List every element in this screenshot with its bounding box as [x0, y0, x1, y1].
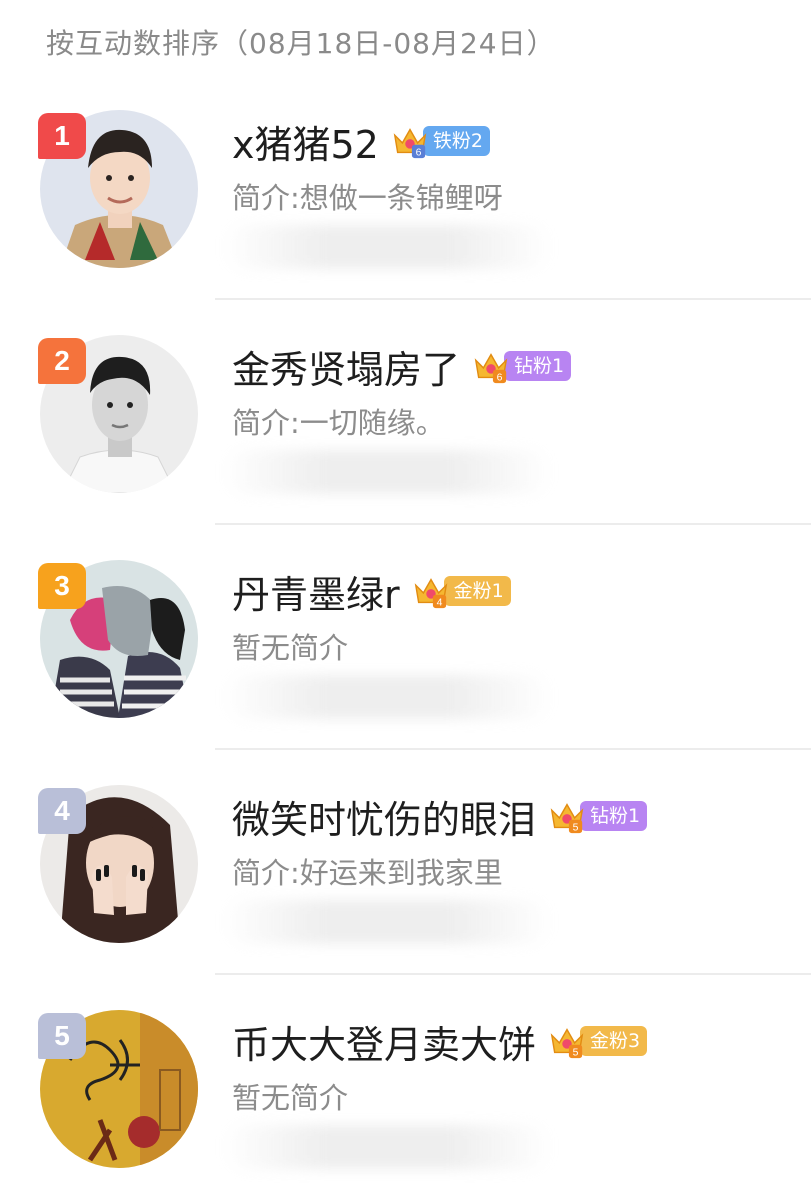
name-line: 丹青墨绿r 4 金粉1: [232, 565, 511, 617]
fan-name[interactable]: x猪猪52: [232, 114, 379, 169]
fan-list: 1 x猪猪52 6 铁粉2 简介:想做一条锦鲤呀 2 金秀贤塌房了 6 钻粉1 …: [0, 75, 811, 1200]
crown-icon: 6: [393, 128, 427, 159]
fan-row-5[interactable]: 5 币大大登月卖大饼 5 金粉3 暂无简介: [0, 975, 811, 1200]
rank-badge: 1: [38, 113, 86, 159]
blurred-text: [222, 1125, 552, 1169]
fan-row-3[interactable]: 3 丹青墨绿r 4 金粉1 暂无简介: [0, 525, 811, 750]
crown-level: 6: [497, 373, 503, 384]
fan-intro: 简介:想做一条锦鲤呀: [232, 181, 503, 215]
fan-name[interactable]: 币大大登月卖大饼: [232, 1014, 536, 1069]
crown-level: 4: [436, 598, 442, 609]
fan-intro: 暂无简介: [232, 631, 349, 665]
name-line: 微笑时忧伤的眼泪 5 钻粉1: [232, 789, 648, 844]
badge-label: 铁粉2: [422, 126, 490, 156]
crown-icon: 4: [414, 578, 447, 609]
fan-level-badge: 6 铁粉2: [391, 124, 490, 159]
crown-level: 5: [573, 823, 579, 834]
badge-label: 钻粉1: [504, 351, 572, 381]
fan-name[interactable]: 丹青墨绿r: [232, 564, 400, 619]
badge-label: 钻粉1: [580, 801, 648, 831]
fan-row-2[interactable]: 2 金秀贤塌房了 6 钻粉1 简介:一切随缘。: [0, 300, 811, 525]
rank-badge: 3: [38, 563, 86, 609]
fan-intro: 暂无简介: [232, 1081, 349, 1115]
fan-row-1[interactable]: 1 x猪猪52 6 铁粉2 简介:想做一条锦鲤呀: [0, 75, 811, 300]
crown-icon: 5: [550, 1028, 584, 1059]
rank-badge: 2: [38, 338, 86, 384]
fan-level-badge: 5 钻粉1: [548, 799, 648, 834]
name-line: x猪猪52 6 铁粉2: [232, 115, 490, 167]
fan-level-badge: 4 金粉1: [412, 574, 511, 609]
rank-badge: 5: [38, 1013, 86, 1059]
crown-icon: 5: [550, 803, 584, 834]
fan-intro: 简介:好运来到我家里: [232, 856, 503, 890]
name-line: 币大大登月卖大饼 5 金粉3: [232, 1014, 648, 1069]
blurred-text: [222, 675, 552, 719]
crown-level: 6: [415, 148, 421, 159]
badge-label: 金粉1: [443, 576, 511, 606]
fan-name[interactable]: 微笑时忧伤的眼泪: [232, 789, 536, 844]
badge-label: 金粉3: [580, 1026, 648, 1056]
rank-badge: 4: [38, 788, 86, 834]
crown-icon: 6: [474, 353, 508, 384]
fan-row-4[interactable]: 4 微笑时忧伤的眼泪 5 钻粉1 简介:好运来到我家里: [0, 750, 811, 975]
fan-name[interactable]: 金秀贤塌房了: [232, 339, 460, 394]
blurred-text: [222, 225, 552, 269]
name-line: 金秀贤塌房了 6 钻粉1: [232, 339, 572, 394]
fan-level-badge: 5 金粉3: [548, 1024, 648, 1059]
fan-intro: 简介:一切随缘。: [232, 406, 445, 440]
sort-header: 按互动数排序（08月18日-08月24日）: [46, 27, 556, 60]
blurred-text: [222, 450, 552, 494]
crown-level: 5: [573, 1048, 579, 1059]
blurred-text: [222, 900, 552, 944]
fan-level-badge: 6 钻粉1: [472, 349, 572, 384]
